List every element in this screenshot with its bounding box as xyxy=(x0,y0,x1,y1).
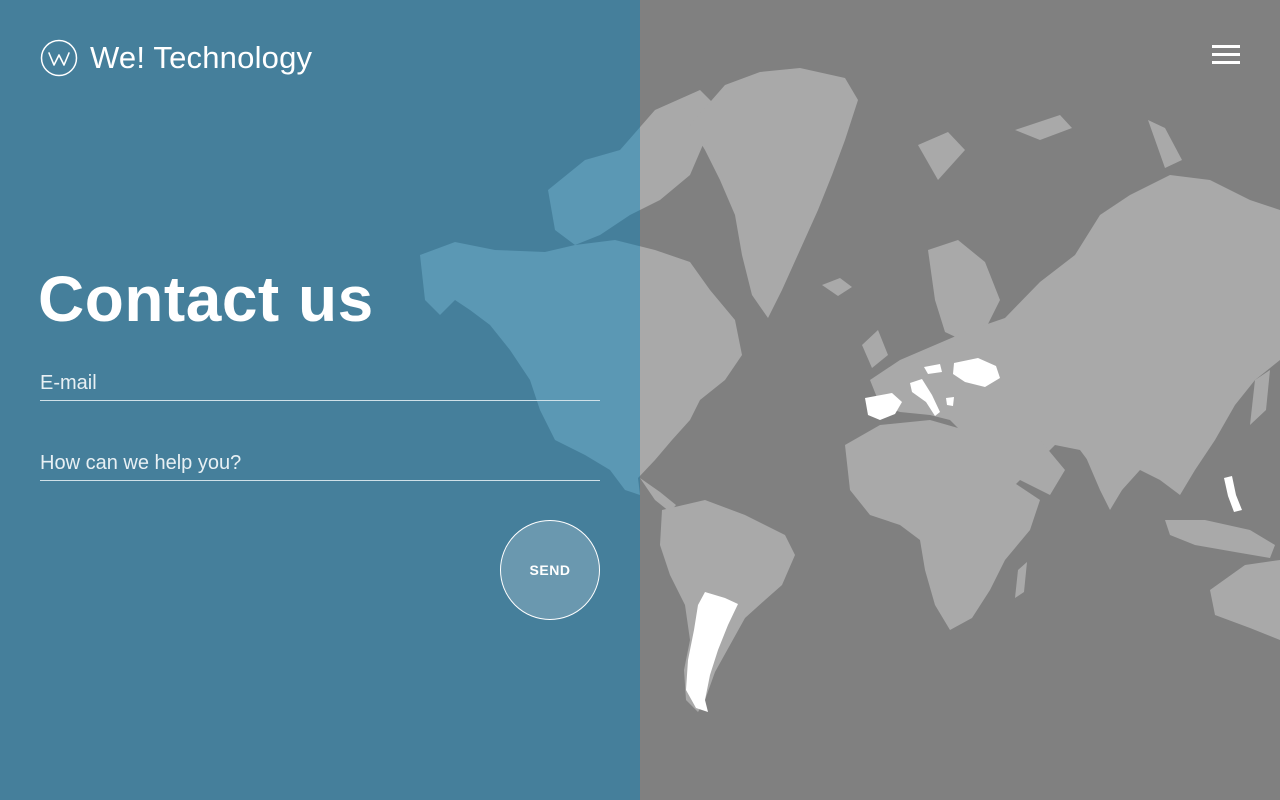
brand-logo[interactable]: We! Technology xyxy=(40,39,312,77)
message-field[interactable] xyxy=(40,446,600,481)
hamburger-menu-icon[interactable] xyxy=(1212,45,1240,67)
menu-bar xyxy=(1212,61,1240,64)
menu-bar xyxy=(1212,53,1240,56)
page-title: Contact us xyxy=(38,263,374,335)
contact-page: We! Technology Contact us SEND xyxy=(0,0,1280,800)
w-circle-logo-icon xyxy=(40,39,78,77)
menu-bar xyxy=(1212,45,1240,48)
email-field[interactable] xyxy=(40,366,600,401)
brand-name: We! Technology xyxy=(90,40,313,75)
send-button[interactable]: SEND xyxy=(500,520,600,620)
